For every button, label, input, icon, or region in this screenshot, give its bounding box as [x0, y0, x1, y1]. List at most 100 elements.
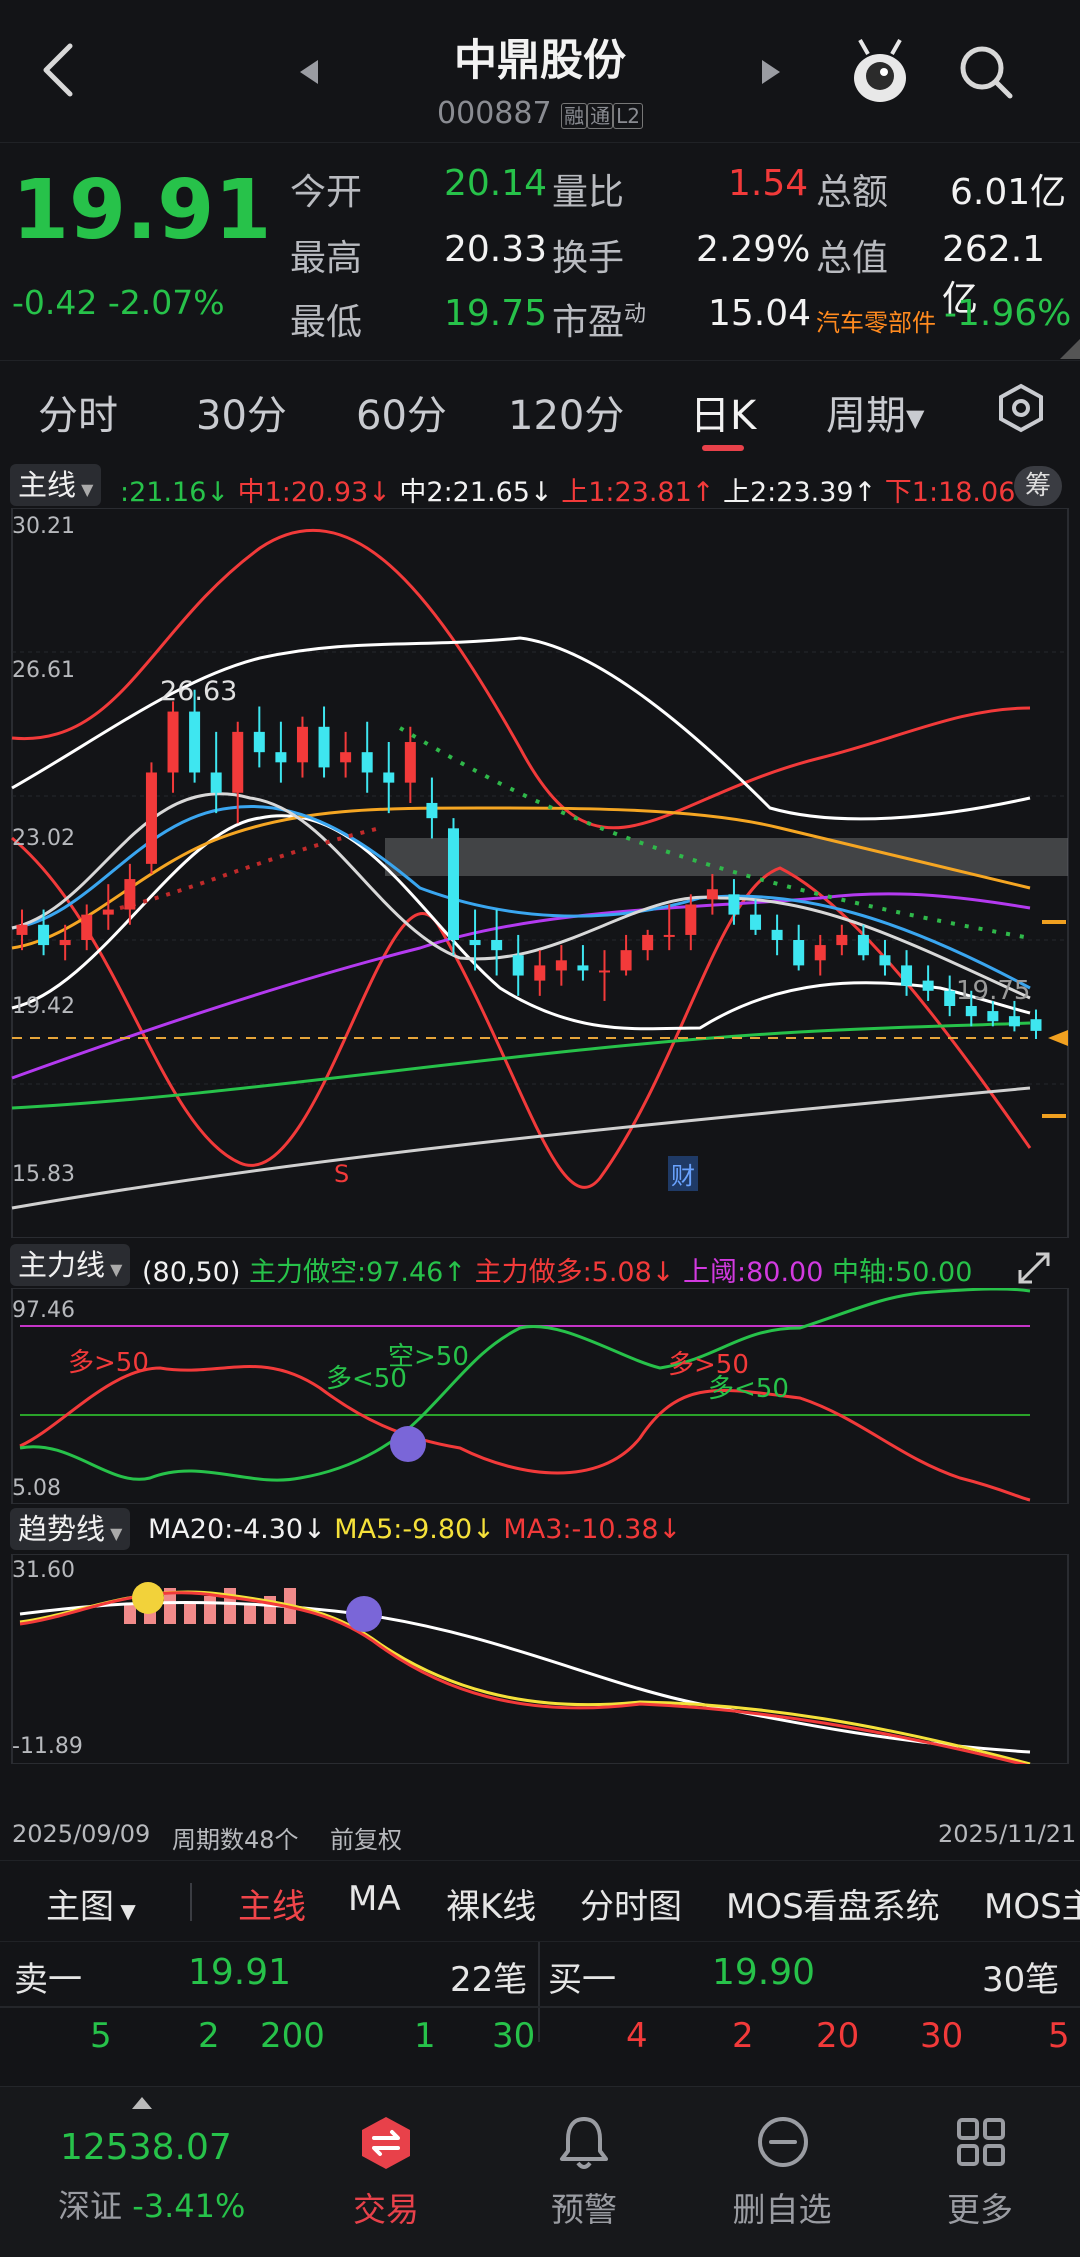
- nav-alert[interactable]: 预警: [504, 2087, 664, 2257]
- sub1-legend-values: (80,50) 主力做空:97.46↑ 主力做多:5.08↓ 上阈:80.00 …: [142, 1250, 972, 1289]
- tab-main-chart[interactable]: 主图 ▼: [46, 1879, 136, 1928]
- main-force-chart[interactable]: [0, 1288, 1080, 1504]
- sub1-y-top: 97.46: [12, 1298, 75, 1323]
- mascot-icon[interactable]: [848, 36, 912, 106]
- candle-body: [577, 965, 589, 971]
- grid-icon: [957, 2118, 1005, 2166]
- candle-body: [102, 909, 114, 915]
- y-tick: 26.61: [12, 658, 75, 683]
- signal-label: 多<50: [708, 1374, 789, 1404]
- legend-ma5: MA5:-9.80↓: [334, 1514, 495, 1545]
- chip-button[interactable]: 筹: [1014, 466, 1062, 506]
- nav-more-label: 更多: [947, 2190, 1013, 2229]
- period-tabs: 分时 30分 60分 120分 日K 周期▼: [0, 360, 1080, 461]
- trend-bar: [244, 1604, 256, 1624]
- candle-body: [814, 945, 826, 961]
- prev-stock-icon[interactable]: [298, 58, 322, 88]
- price-change: -0.42 -2.07%: [12, 283, 225, 322]
- trend-chart[interactable]: [0, 1554, 1080, 1764]
- book-separator: [0, 2006, 1080, 2008]
- adjust-mode[interactable]: 前复权: [330, 1820, 402, 1855]
- main-indicator-label: 主线: [18, 468, 77, 502]
- high-value: 20.33: [444, 229, 548, 270]
- tab-daily-k[interactable]: 日K: [690, 383, 756, 441]
- nav-remove-watchlist[interactable]: 删自选: [702, 2087, 862, 2257]
- sub2-indicator-label: 趋势线: [18, 1512, 106, 1546]
- sub2-indicator-select[interactable]: 趋势线 ▼: [10, 1508, 131, 1550]
- candle-body: [210, 772, 222, 793]
- open-label: 今开: [290, 172, 363, 213]
- tab-naked-k[interactable]: 裸K线: [446, 1879, 536, 1928]
- candle-body: [706, 889, 718, 900]
- candle-body: [642, 934, 654, 951]
- back-icon[interactable]: [38, 40, 78, 100]
- y-tick: 15.83: [12, 1162, 75, 1187]
- tab-mainline[interactable]: 主线: [238, 1879, 306, 1928]
- amount-value: 6.01亿: [950, 172, 1067, 213]
- index-value[interactable]: 12538.07: [60, 2127, 232, 2168]
- sub1-legend: 主力线 ▼ (80,50) 主力做空:97.46↑ 主力做多:5.08↓ 上阈:…: [0, 1244, 1080, 1288]
- expand-icon[interactable]: [1016, 1250, 1052, 1286]
- market-cap-label: 总值: [816, 238, 889, 279]
- sub1-indicator-select[interactable]: 主力线 ▼: [10, 1244, 131, 1286]
- sector-name[interactable]: 汽车零部件: [816, 303, 936, 338]
- tab-intraday-chart[interactable]: 分时图: [580, 1879, 682, 1928]
- quote-panel: 19.91 -0.42 -2.07% 今开 20.14 最高 20.33 最低 …: [0, 142, 1080, 359]
- settings-hexagon-icon[interactable]: [996, 383, 1046, 433]
- price-pointer-icon: [1048, 1030, 1068, 1046]
- candle-body: [965, 1006, 977, 1017]
- indicator-tabs: 主图 ▼ 主线 MA 裸K线 分时图 MOS看盘系统 MOS主: [0, 1860, 1080, 1942]
- kline-chart[interactable]: [0, 508, 1080, 1238]
- open-value: 20.14: [444, 163, 548, 204]
- nav-more[interactable]: 更多: [900, 2087, 1060, 2257]
- dotted-trend-green: [398, 726, 1031, 940]
- candle-body: [793, 940, 805, 966]
- main-long-line: [19, 1364, 1031, 1502]
- main-indicator-select[interactable]: 主线 ▼: [10, 464, 102, 506]
- legend-short: 主力做空:97.46↑: [248, 1257, 466, 1288]
- candle-body: [534, 965, 546, 981]
- legend-main: :21.16↓: [120, 477, 230, 508]
- ma-gray: [11, 1086, 1031, 1210]
- ask-qty: 2: [198, 2016, 220, 2056]
- earnings-badge[interactable]: 财: [668, 1156, 698, 1191]
- tab-120min[interactable]: 120分: [508, 383, 624, 441]
- search-icon[interactable]: [956, 42, 1016, 102]
- bid-qty: 2: [732, 2016, 754, 2056]
- ask-qty: 30: [492, 2016, 536, 2056]
- badge-l2: L2: [613, 103, 643, 129]
- tab-60min[interactable]: 60分: [356, 383, 447, 441]
- index-change: -3.41%: [132, 2187, 246, 2225]
- tab-intraday[interactable]: 分时: [38, 383, 118, 441]
- index-name-row[interactable]: 深证 -3.41%: [58, 2181, 245, 2227]
- chevron-up-icon[interactable]: [130, 2095, 154, 2111]
- ask1-count: 22笔: [450, 1960, 528, 2000]
- nav-trade[interactable]: 交易: [306, 2087, 466, 2257]
- stock-code-row: 000887 融通 L2: [380, 96, 700, 131]
- main-legend-values: :21.16↓ 中1:20.93↓ 中2:21.65↓ 上1:23.81↑ 上2…: [120, 470, 1038, 509]
- tab-ma[interactable]: MA: [348, 1879, 401, 1919]
- candle-body: [922, 980, 934, 991]
- tab-mos-system[interactable]: MOS看盘系统: [726, 1879, 940, 1928]
- bell-icon: [560, 2117, 608, 2169]
- sub1-indicator-label: 主力线: [18, 1248, 106, 1282]
- legend-mid1: 中1:20.93↓: [237, 477, 391, 508]
- trend-bar: [184, 1604, 196, 1624]
- y-tick: 19.42: [12, 994, 75, 1019]
- sub2-y-bottom: -11.89: [12, 1734, 83, 1759]
- badge-tong: 通: [587, 103, 614, 129]
- main-short-line: [19, 1288, 1031, 1482]
- nav-trade-label: 交易: [353, 2190, 419, 2229]
- turnover-label: 换手: [552, 238, 625, 279]
- candle-body: [469, 940, 481, 946]
- tab-period[interactable]: 周期▼: [826, 383, 924, 441]
- candle-body: [836, 934, 848, 946]
- tab-mos-main[interactable]: MOS主: [984, 1879, 1080, 1928]
- candle-body: [59, 940, 71, 946]
- next-stock-icon[interactable]: [758, 58, 782, 88]
- badge-rong: 融: [561, 103, 588, 129]
- bid1-price: 19.90: [712, 1952, 816, 1993]
- tab-30min[interactable]: 30分: [196, 383, 287, 441]
- ask-qty: 5: [90, 2016, 112, 2056]
- high-label: 最高: [290, 238, 363, 279]
